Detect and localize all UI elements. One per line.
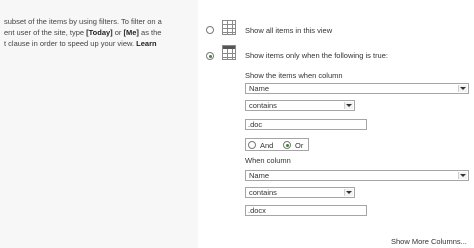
- filter-value-input-1[interactable]: .doc: [245, 119, 367, 130]
- filter-value-1: .doc: [248, 120, 263, 129]
- and-or-group: And Or: [245, 138, 309, 151]
- operator-select-2[interactable]: contains: [245, 187, 355, 198]
- description-line-1: subset of the items by using filters. To…: [4, 17, 162, 26]
- when-column-label: When column: [245, 156, 291, 165]
- description-line-2-pre: ent user of the site, type: [4, 28, 87, 37]
- column-select-2-value: Name: [249, 171, 270, 180]
- column-select-1-value: Name: [249, 84, 270, 93]
- description-line-3-text: t clause in order to speed up your view.: [4, 39, 137, 48]
- filtered-grid-icon: [222, 45, 236, 60]
- filter-value-2: .docx: [248, 206, 266, 215]
- operator-select-2-value: contains: [249, 188, 277, 197]
- description-line-2-post: as the: [138, 28, 162, 37]
- today-token: [Today]: [86, 28, 113, 37]
- operator-select-1-value: contains: [249, 101, 277, 110]
- chevron-down-icon: [458, 172, 467, 179]
- operator-select-1[interactable]: contains: [245, 100, 355, 111]
- show-items-when-label: Show the items when column: [245, 71, 343, 80]
- filter-description-text: subset of the items by using filters. To…: [4, 16, 194, 49]
- filter-description-panel: subset of the items by using filters. To…: [0, 0, 198, 248]
- chevron-down-icon: [344, 189, 353, 196]
- description-line-2: ent user of the site, type [Today] or [M…: [4, 27, 194, 38]
- or-radio[interactable]: [283, 141, 291, 149]
- column-select-2[interactable]: Name: [245, 170, 469, 181]
- chevron-down-icon: [458, 85, 467, 92]
- column-select-1[interactable]: Name: [245, 83, 469, 94]
- description-line-3: t clause in order to speed up your view.…: [4, 38, 194, 49]
- list-grid-icon: [222, 20, 236, 35]
- filter-settings-panel: Show all items in this view Show items o…: [198, 0, 474, 248]
- and-radio[interactable]: [248, 141, 256, 149]
- description-line-2-mid: or: [112, 28, 124, 37]
- show-filtered-label: Show items only when the following is tr…: [245, 51, 388, 60]
- show-filtered-radio[interactable]: [206, 52, 214, 60]
- chevron-down-icon: [344, 102, 353, 109]
- me-token: [Me]: [123, 28, 139, 37]
- or-label: Or: [295, 141, 304, 150]
- learn-link[interactable]: Learn: [136, 39, 156, 48]
- filter-value-input-2[interactable]: .docx: [245, 205, 367, 216]
- show-more-columns-link[interactable]: Show More Columns...: [391, 237, 467, 246]
- and-label: And: [260, 141, 274, 150]
- show-all-label: Show all items in this view: [245, 26, 333, 35]
- show-all-radio[interactable]: [206, 26, 214, 34]
